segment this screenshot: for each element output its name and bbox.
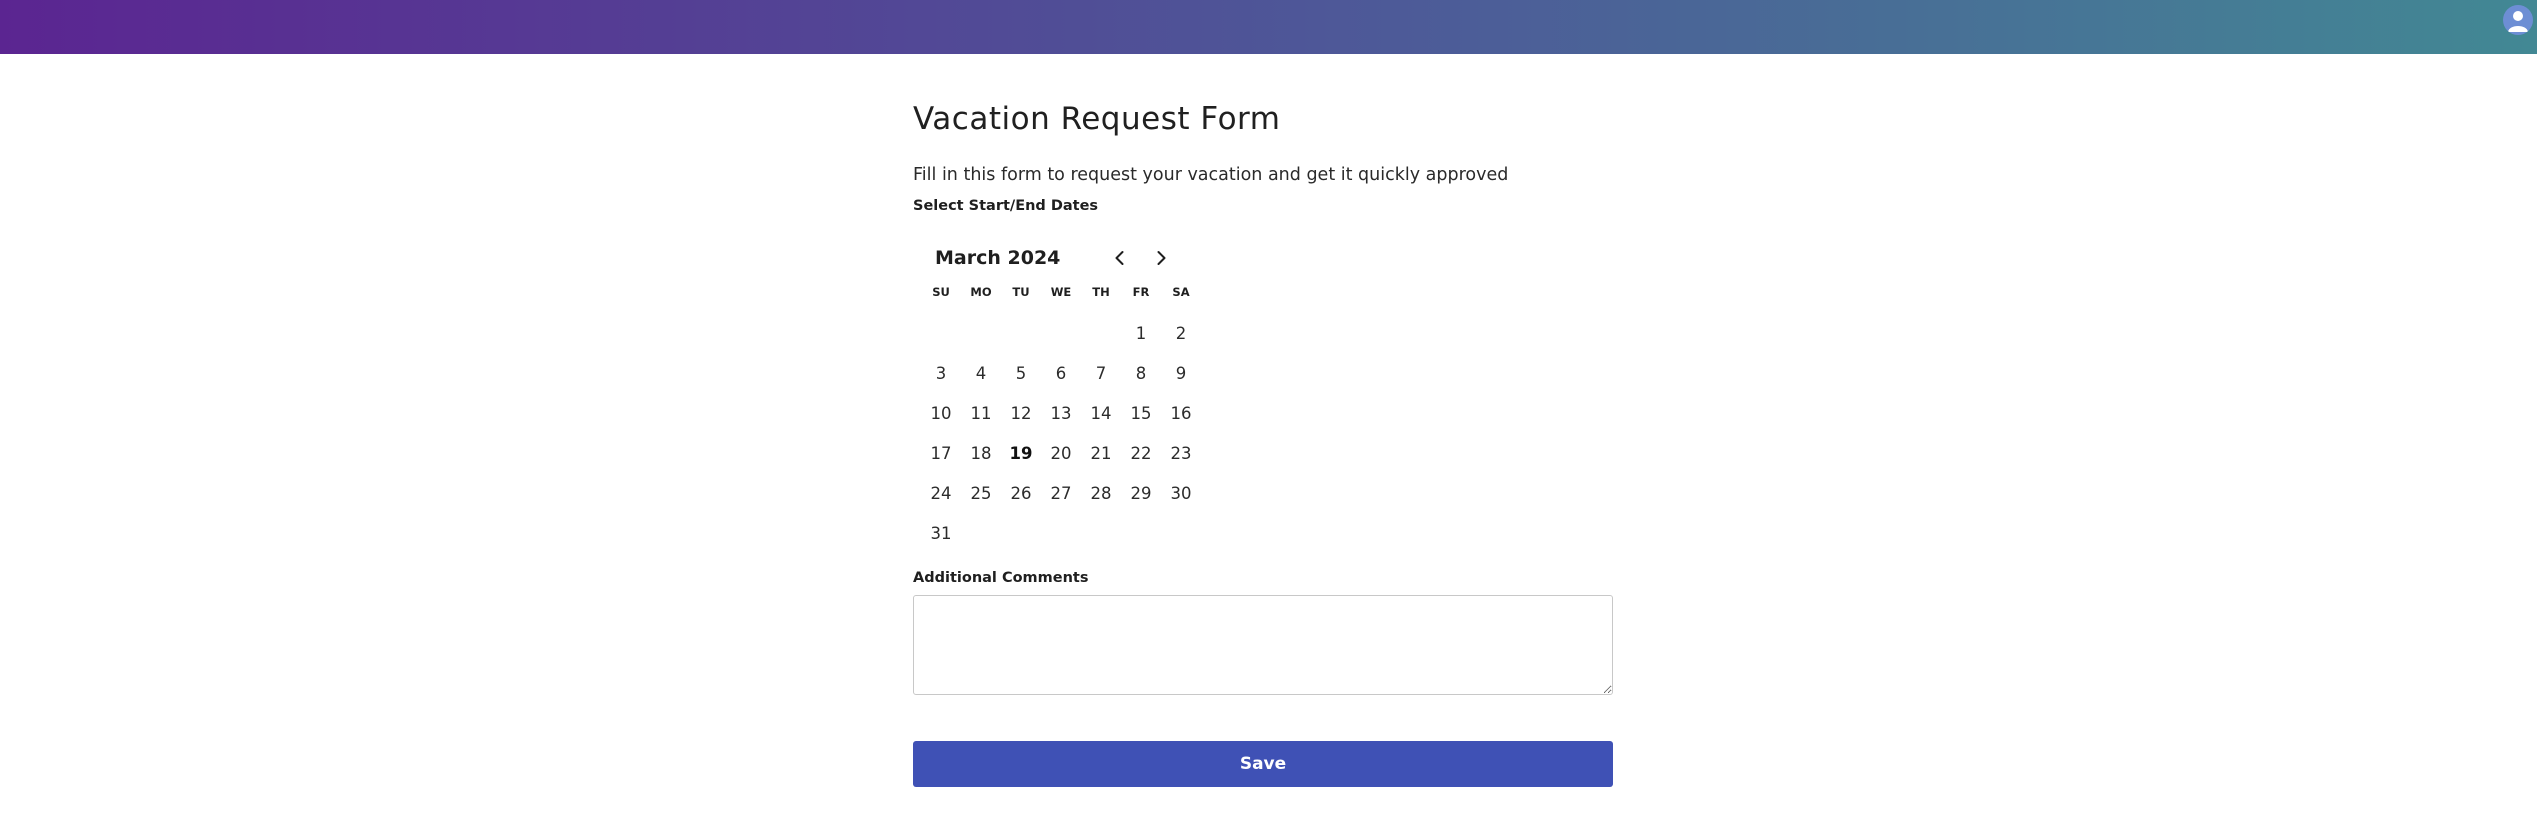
calendar-day[interactable]: 29 [1121,477,1161,517]
weekday-header-row: SU MO TU WE TH FR SA [921,285,1211,299]
calendar-day-today[interactable]: 19 [1001,437,1041,477]
calendar-day[interactable]: 11 [961,397,1001,437]
weekday-label: SA [1172,285,1190,299]
calendar-day[interactable]: 31 [921,517,961,557]
calendar-day[interactable]: 25 [961,477,1001,517]
calendar-day[interactable]: 26 [1001,477,1041,517]
calendar-empty-cell [921,317,961,357]
vacation-form: Vacation Request Form Fill in this form … [913,100,1613,787]
weekday-label: TU [1012,285,1030,299]
calendar-day[interactable]: 21 [1081,437,1121,477]
calendar-day[interactable]: 28 [1081,477,1121,517]
calendar-day[interactable]: 12 [1001,397,1041,437]
calendar-day[interactable]: 17 [921,437,961,477]
calendar-empty-cell [1001,317,1041,357]
chevron-left-icon [1115,251,1124,265]
page-title: Vacation Request Form [913,101,1281,137]
calendar-day[interactable]: 1 [1121,317,1161,357]
calendar-empty-cell [1081,317,1121,357]
calendar-days-grid: 1 2 3 4 5 6 7 8 9 10 11 12 13 14 15 16 17 18 19 20 21 22 23 24 2… [921,317,1211,557]
calendar-day[interactable]: 5 [1001,357,1041,397]
dates-label: Select Start/End Dates [913,198,1099,214]
calendar-day[interactable]: 3 [921,357,961,397]
weekday-label: MO [970,285,992,299]
weekday-label: FR [1132,285,1150,299]
calendar-header: March 2024 [921,245,1211,271]
calendar-empty-cell [961,317,1001,357]
chevron-right-icon [1157,251,1166,265]
previous-month-button[interactable] [1107,245,1133,271]
additional-comments-input[interactable] [913,595,1613,695]
calendar-day[interactable]: 27 [1041,477,1081,517]
calendar-day[interactable]: 14 [1081,397,1121,437]
form-description: Fill in this form to request your vacati… [913,165,1509,185]
user-avatar-button[interactable] [2503,5,2533,35]
calendar-day[interactable]: 22 [1121,437,1161,477]
calendar-month-label: March 2024 [935,247,1061,269]
calendar-day[interactable]: 16 [1161,397,1201,437]
calendar-empty-cell [1041,317,1081,357]
weekday-label: TH [1092,285,1110,299]
date-range-calendar: March 2024 SU MO TU WE TH FR SA 1 2 3 4 5 6 7 8 9 10 11 1… [921,245,1211,557]
calendar-day[interactable]: 9 [1161,357,1201,397]
calendar-day[interactable]: 15 [1121,397,1161,437]
weekday-label: SU [932,285,950,299]
calendar-day[interactable]: 20 [1041,437,1081,477]
calendar-day[interactable]: 13 [1041,397,1081,437]
next-month-button[interactable] [1148,245,1174,271]
calendar-day[interactable]: 18 [961,437,1001,477]
top-app-bar [0,0,2537,54]
calendar-day[interactable]: 10 [921,397,961,437]
weekday-label: WE [1050,285,1072,299]
user-icon [2508,11,2528,32]
calendar-day[interactable]: 30 [1161,477,1201,517]
calendar-day[interactable]: 4 [961,357,1001,397]
comments-label: Additional Comments [913,570,1089,586]
calendar-day[interactable]: 2 [1161,317,1201,357]
calendar-day[interactable]: 23 [1161,437,1201,477]
calendar-day[interactable]: 6 [1041,357,1081,397]
calendar-day[interactable]: 7 [1081,357,1121,397]
calendar-day[interactable]: 24 [921,477,961,517]
calendar-day[interactable]: 8 [1121,357,1161,397]
save-button[interactable]: Save [913,741,1613,787]
